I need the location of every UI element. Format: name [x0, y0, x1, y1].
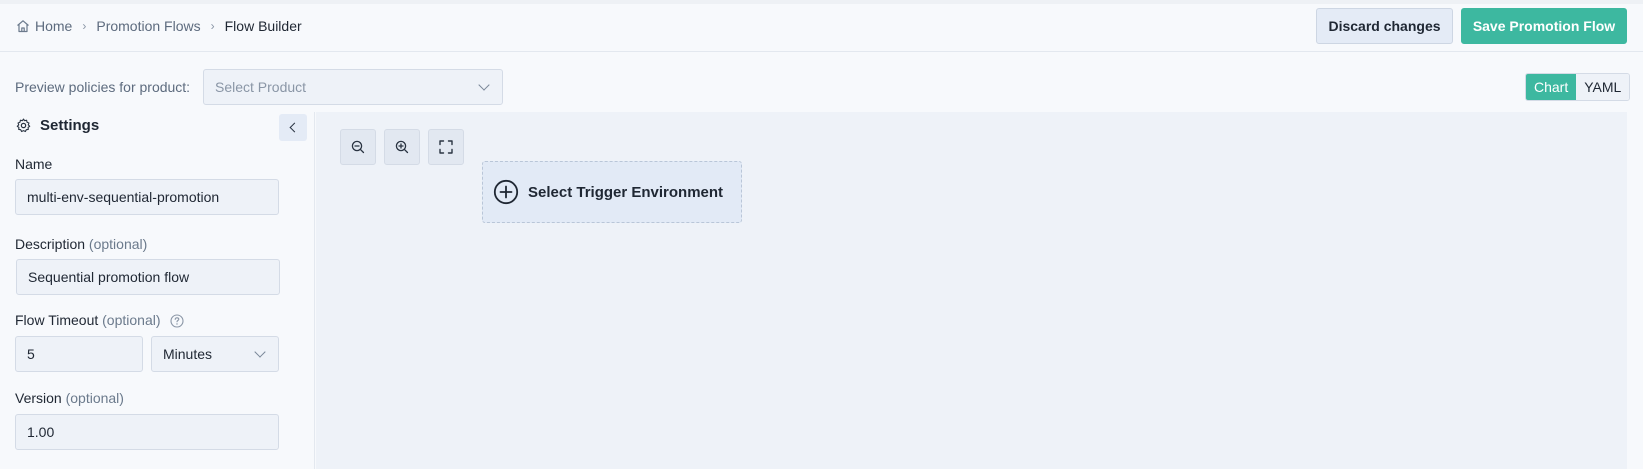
view-toggle: Chart YAML — [1525, 73, 1631, 101]
chart-view-tab[interactable]: Chart — [1526, 74, 1577, 100]
zoom-out-icon — [351, 140, 365, 154]
description-optional-text: (optional) — [88, 236, 148, 252]
flow-canvas[interactable]: Select Trigger Environment — [316, 112, 1627, 469]
fit-view-button[interactable] — [428, 129, 464, 165]
breadcrumb-promotion-flows[interactable]: Promotion Flows — [96, 18, 200, 34]
breadcrumb-current: Flow Builder — [224, 18, 302, 34]
name-label: Name — [15, 156, 53, 172]
breadcrumb-home-label: Home — [35, 18, 73, 34]
flow-timeout-label-text: Flow Timeout — [15, 312, 99, 328]
breadcrumb: Home › Promotion Flows › Flow Builder — [16, 18, 302, 34]
breadcrumb-home[interactable]: Home — [16, 18, 72, 34]
settings-title: Settings — [16, 117, 99, 134]
select-trigger-environment-node[interactable]: Select Trigger Environment — [482, 161, 742, 223]
flow-timeout-field[interactable]: 5 — [15, 336, 143, 372]
version-optional-text: (optional) — [65, 390, 124, 406]
trigger-node-label: Select Trigger Environment — [528, 183, 724, 201]
plus-circle-icon — [493, 179, 519, 205]
header: Home › Promotion Flows › Flow Builder Di… — [0, 4, 1643, 52]
version-field-value: 1.00 — [27, 424, 55, 440]
description-field[interactable]: Sequential promotion flow — [16, 259, 280, 295]
home-icon — [17, 20, 29, 33]
breadcrumb-separator: › — [210, 19, 215, 33]
product-select-placeholder: Select Product — [215, 79, 307, 95]
preview-policies-label: Preview policies for product: — [15, 79, 191, 95]
zoom-in-icon — [395, 140, 409, 154]
settings-sidebar: Settings Name multi-env-sequential-promo… — [0, 112, 315, 469]
flow-timeout-label: Flow Timeout (optional) — [15, 312, 184, 328]
help-circle-icon[interactable] — [170, 314, 184, 328]
flow-timeout-value: 5 — [27, 346, 35, 362]
chevron-down-icon — [478, 79, 490, 91]
collapse-sidebar-button[interactable] — [279, 114, 307, 141]
product-select[interactable]: Select Product — [203, 69, 503, 105]
description-label: Description (optional) — [15, 236, 147, 252]
chevron-down-icon — [254, 346, 266, 358]
breadcrumb-separator: › — [82, 19, 87, 33]
zoom-out-button[interactable] — [340, 129, 376, 165]
name-field[interactable]: multi-env-sequential-promotion — [15, 179, 279, 215]
version-field[interactable]: 1.00 — [15, 414, 279, 450]
zoom-in-button[interactable] — [384, 129, 420, 165]
flow-timeout-optional-text: (optional) — [102, 312, 161, 328]
discard-changes-button[interactable]: Discard changes — [1316, 8, 1453, 44]
chevron-left-icon — [289, 122, 300, 133]
version-label: Version (optional) — [15, 390, 124, 406]
timeout-unit-value: Minutes — [163, 346, 213, 362]
version-label-text: Version — [15, 390, 62, 406]
name-field-value: multi-env-sequential-promotion — [27, 189, 220, 205]
description-label-text: Description — [15, 236, 86, 252]
settings-title-label: Settings — [40, 117, 100, 134]
fit-view-icon — [439, 140, 453, 154]
timeout-unit-select[interactable]: Minutes — [151, 336, 279, 372]
description-field-value: Sequential promotion flow — [28, 269, 190, 285]
gear-icon — [16, 118, 31, 133]
yaml-view-tab[interactable]: YAML — [1576, 74, 1630, 100]
save-promotion-flow-button[interactable]: Save Promotion Flow — [1461, 8, 1627, 44]
